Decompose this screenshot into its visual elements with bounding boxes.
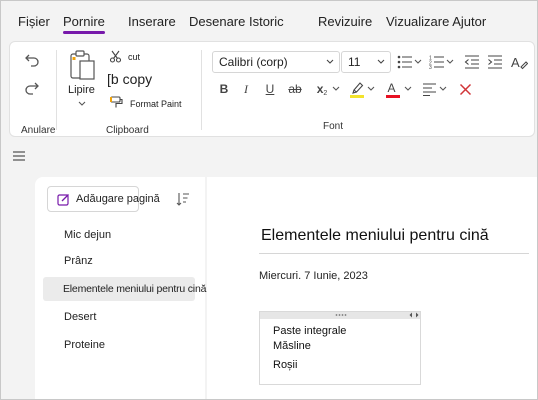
ribbon: Anulare Lipire cut [b copy Format Paint … xyxy=(9,41,535,137)
chevron-down-icon[interactable] xyxy=(413,56,423,68)
outline-line[interactable]: Paste integrale xyxy=(273,325,346,337)
underline-icon[interactable]: U xyxy=(262,80,278,98)
decrease-indent-icon[interactable] xyxy=(464,54,480,70)
paste-label[interactable]: Lipire xyxy=(68,84,95,96)
chevron-down-icon[interactable] xyxy=(403,83,413,95)
align-icon[interactable] xyxy=(421,81,437,97)
bullets-icon[interactable] xyxy=(397,54,413,70)
onenote-window: Fișier Pornire Inserare Desenare Istoric… xyxy=(0,0,538,400)
svg-text:3: 3 xyxy=(429,65,432,69)
page-item-label: Mic dejun xyxy=(64,229,112,241)
copy-label[interactable]: [b copy xyxy=(107,71,152,87)
tab-insert[interactable]: Inserare xyxy=(128,14,176,29)
format-painter-icon[interactable] xyxy=(109,95,125,109)
strikethrough-icon[interactable]: ab xyxy=(286,80,304,98)
sort-icon[interactable] xyxy=(175,191,191,207)
page-item-mic-dejun[interactable]: Mic dejun xyxy=(43,223,193,247)
ribbon-divider xyxy=(201,50,202,130)
cut-label[interactable]: cut xyxy=(128,52,140,62)
highlight-icon[interactable] xyxy=(348,79,366,99)
undo-icon[interactable] xyxy=(22,50,42,70)
chevron-down-icon[interactable] xyxy=(76,98,88,110)
font-size-value: 11 xyxy=(348,55,361,69)
font-size-dropdown[interactable]: 11 xyxy=(341,51,391,73)
svg-text:A: A xyxy=(388,81,396,95)
chevron-down-icon[interactable] xyxy=(366,83,376,95)
undo-group-label: Anulare xyxy=(21,125,56,136)
font-name-dropdown[interactable]: Calibri (corp) xyxy=(212,51,340,73)
bold-icon[interactable]: B xyxy=(216,80,232,98)
add-page-button[interactable]: Adăugare pagină xyxy=(47,186,160,212)
font-color-icon[interactable]: A xyxy=(384,79,402,99)
redo-icon[interactable] xyxy=(22,78,42,98)
tab-view-help[interactable]: Vizualizare Ajutor xyxy=(386,14,486,29)
hamburger-menu-icon[interactable] xyxy=(13,150,25,162)
clear-formatting-icon[interactable] xyxy=(457,81,473,97)
chevron-down-icon[interactable] xyxy=(331,83,341,95)
chevron-down-icon xyxy=(376,56,386,70)
page-item-proteine[interactable]: Proteine xyxy=(43,333,193,357)
paste-icon[interactable] xyxy=(66,48,100,84)
title-underline xyxy=(259,253,529,254)
drag-dots-icon xyxy=(334,311,348,319)
svg-text:A: A xyxy=(511,55,520,70)
page-title[interactable]: Elementele meniului pentru cină xyxy=(261,227,489,245)
page-item-pranz[interactable]: Prânz xyxy=(43,249,193,273)
note-canvas[interactable]: Elementele meniului pentru cină Miercuri… xyxy=(207,177,537,399)
subscript-icon[interactable]: x2 xyxy=(313,80,331,98)
format-paint-label[interactable]: Format Paint xyxy=(130,99,182,109)
pages-pane: Adăugare pagină Mic dejun Prânz Elemente… xyxy=(35,177,206,399)
chevron-down-icon[interactable] xyxy=(438,83,448,95)
page-item-cina[interactable]: Elementele meniului pentru cină xyxy=(43,277,206,301)
add-page-label: Adăugare pagină xyxy=(76,193,160,205)
resize-arrows-icon[interactable] xyxy=(408,311,420,319)
outline-line[interactable]: Roșii xyxy=(273,359,297,371)
styles-icon[interactable]: A xyxy=(510,53,528,71)
scissors-icon[interactable] xyxy=(108,49,122,63)
numbering-icon[interactable]: 123 xyxy=(429,54,445,70)
tab-draw-history[interactable]: Desenare Istoric xyxy=(189,14,284,29)
font-name-value: Calibri (corp) xyxy=(219,55,288,69)
tab-file[interactable]: Fișier xyxy=(18,14,50,29)
add-page-icon xyxy=(56,192,70,206)
page-date: Miercuri. 7 Iunie, 2023 xyxy=(259,270,368,282)
page-item-label: Proteine xyxy=(64,339,105,351)
menu-tab-bar: Fișier Pornire Inserare Desenare Istoric… xyxy=(1,1,537,39)
clipboard-group-label: Clipboard xyxy=(106,125,149,136)
note-outline-container[interactable]: Paste integrale Măsline Roșii xyxy=(259,311,421,385)
tab-home[interactable]: Pornire xyxy=(63,14,105,34)
page-item-label: Elementele meniului pentru cină xyxy=(63,283,207,295)
page-item-desert[interactable]: Desert xyxy=(43,305,193,329)
page-item-label: Prânz xyxy=(64,255,93,267)
tab-review[interactable]: Revizuire xyxy=(318,14,372,29)
chevron-down-icon[interactable] xyxy=(445,56,455,68)
page-item-label: Desert xyxy=(64,311,97,323)
outline-drag-handle[interactable] xyxy=(260,312,420,319)
increase-indent-icon[interactable] xyxy=(487,54,503,70)
ribbon-divider xyxy=(56,50,57,130)
outline-line[interactable]: Măsline xyxy=(273,340,311,352)
italic-icon[interactable]: I xyxy=(238,80,254,98)
font-group-label: Font xyxy=(323,121,344,132)
chevron-down-icon xyxy=(325,56,335,70)
